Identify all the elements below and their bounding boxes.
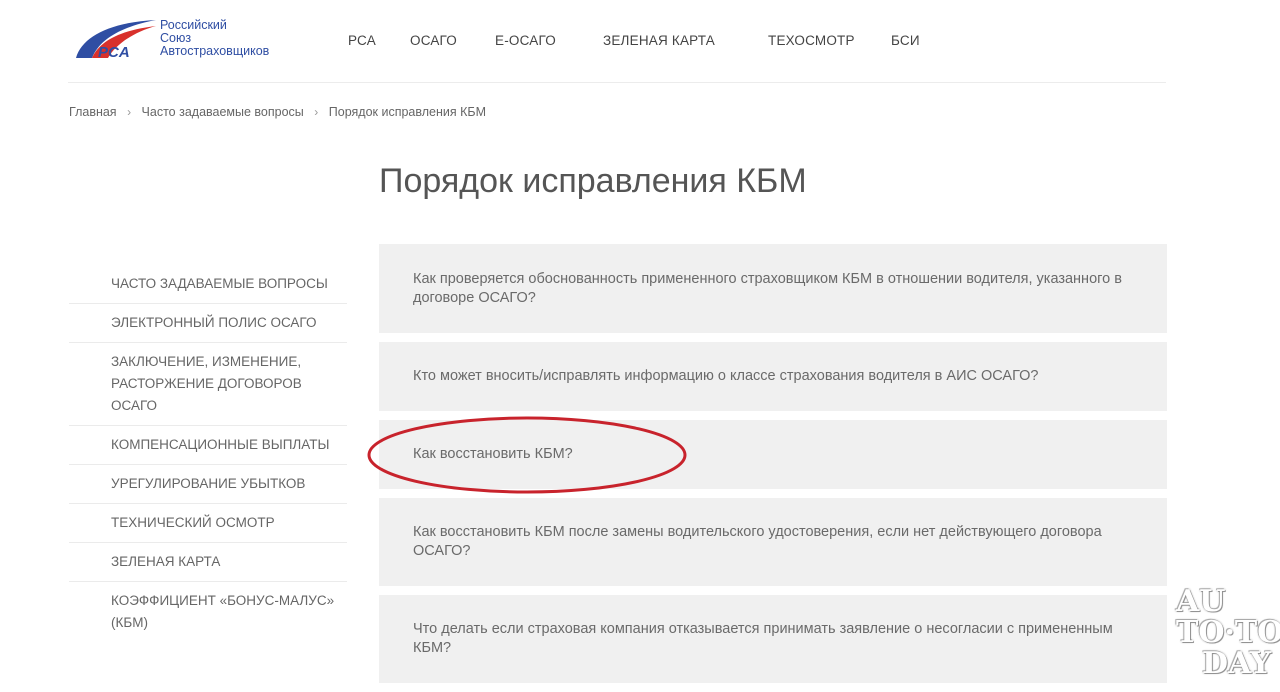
sidebar-item-e-policy[interactable]: ЭЛЕКТРОННЫЙ ПОЛИС ОСАГО: [69, 304, 347, 343]
faq-item[interactable]: Как проверяется обоснованность примененн…: [379, 244, 1167, 333]
nav-item-bsi[interactable]: БСИ: [891, 33, 920, 48]
rsa-logo-mark-icon: PCA: [76, 20, 156, 61]
breadcrumb-faq[interactable]: Часто задаваемые вопросы: [142, 105, 304, 119]
logo-text: Российский Союз Автостраховщиков: [160, 19, 269, 58]
sidebar-item-faq[interactable]: ЧАСТО ЗАДАВАЕМЫЕ ВОПРОСЫ: [69, 265, 347, 304]
nav-item-e-osago[interactable]: Е-ОСАГО: [495, 33, 556, 48]
sidebar-item-contracts[interactable]: ЗАКЛЮЧЕНИЕ, ИЗМЕНЕНИЕ, РАСТОРЖЕНИЕ ДОГОВ…: [69, 343, 347, 426]
sidebar-menu: ЧАСТО ЗАДАВАЕМЫЕ ВОПРОСЫ ЭЛЕКТРОННЫЙ ПОЛ…: [69, 265, 347, 642]
site-header: PCA Российский Союз Автостраховщиков РСА…: [68, 0, 1166, 83]
faq-item[interactable]: Как восстановить КБМ после замены водите…: [379, 498, 1167, 586]
faq-list: Как проверяется обоснованность примененн…: [379, 244, 1167, 692]
faq-item[interactable]: Как восстановить КБМ?: [379, 420, 1167, 489]
breadcrumb-separator-icon: ›: [314, 104, 319, 119]
nav-item-osago[interactable]: ОСАГО: [410, 33, 457, 48]
faq-item[interactable]: Что делать если страховая компания отказ…: [379, 595, 1167, 683]
sidebar-item-green-card[interactable]: ЗЕЛЕНАЯ КАРТА: [69, 543, 347, 582]
sidebar-item-bonus-malus[interactable]: КОЭФФИЦИЕНТ «БОНУС-МАЛУС» (КБМ): [69, 582, 347, 642]
nav-item-tech-inspection[interactable]: ТЕХОСМОТР: [768, 33, 855, 48]
sidebar-item-compensation[interactable]: КОМПЕНСАЦИОННЫЕ ВЫПЛАТЫ: [69, 426, 347, 465]
rsa-logo[interactable]: PCA Российский Союз Автостраховщиков: [72, 16, 282, 64]
sidebar-item-claims[interactable]: УРЕГУЛИРОВАНИЕ УБЫТКОВ: [69, 465, 347, 504]
logo-mark-text: PCA: [98, 44, 130, 61]
breadcrumb: Главная › Часто задаваемые вопросы › Пор…: [69, 104, 486, 119]
watermark-line-2: TO·TO: [1176, 615, 1280, 650]
breadcrumb-home[interactable]: Главная: [69, 105, 117, 119]
autotoday-watermark-logo: AU TO·TO DAY: [1176, 584, 1280, 681]
nav-item-rsa[interactable]: РСА: [348, 33, 376, 48]
faq-item[interactable]: Кто может вносить/исправлять информацию …: [379, 342, 1167, 411]
watermark-line-3: DAY: [1202, 646, 1272, 681]
watermark-line-1: AU: [1176, 584, 1226, 619]
nav-item-green-card[interactable]: ЗЕЛЕНАЯ КАРТА: [603, 33, 715, 48]
breadcrumb-separator-icon: ›: [127, 104, 132, 119]
breadcrumb-current: Порядок исправления КБМ: [328, 104, 486, 119]
logo-line-3: Автостраховщиков: [160, 44, 270, 58]
sidebar-item-tech-inspection[interactable]: ТЕХНИЧЕСКИЙ ОСМОТР: [69, 504, 347, 543]
page-title: Порядок исправления КБМ: [379, 162, 807, 200]
